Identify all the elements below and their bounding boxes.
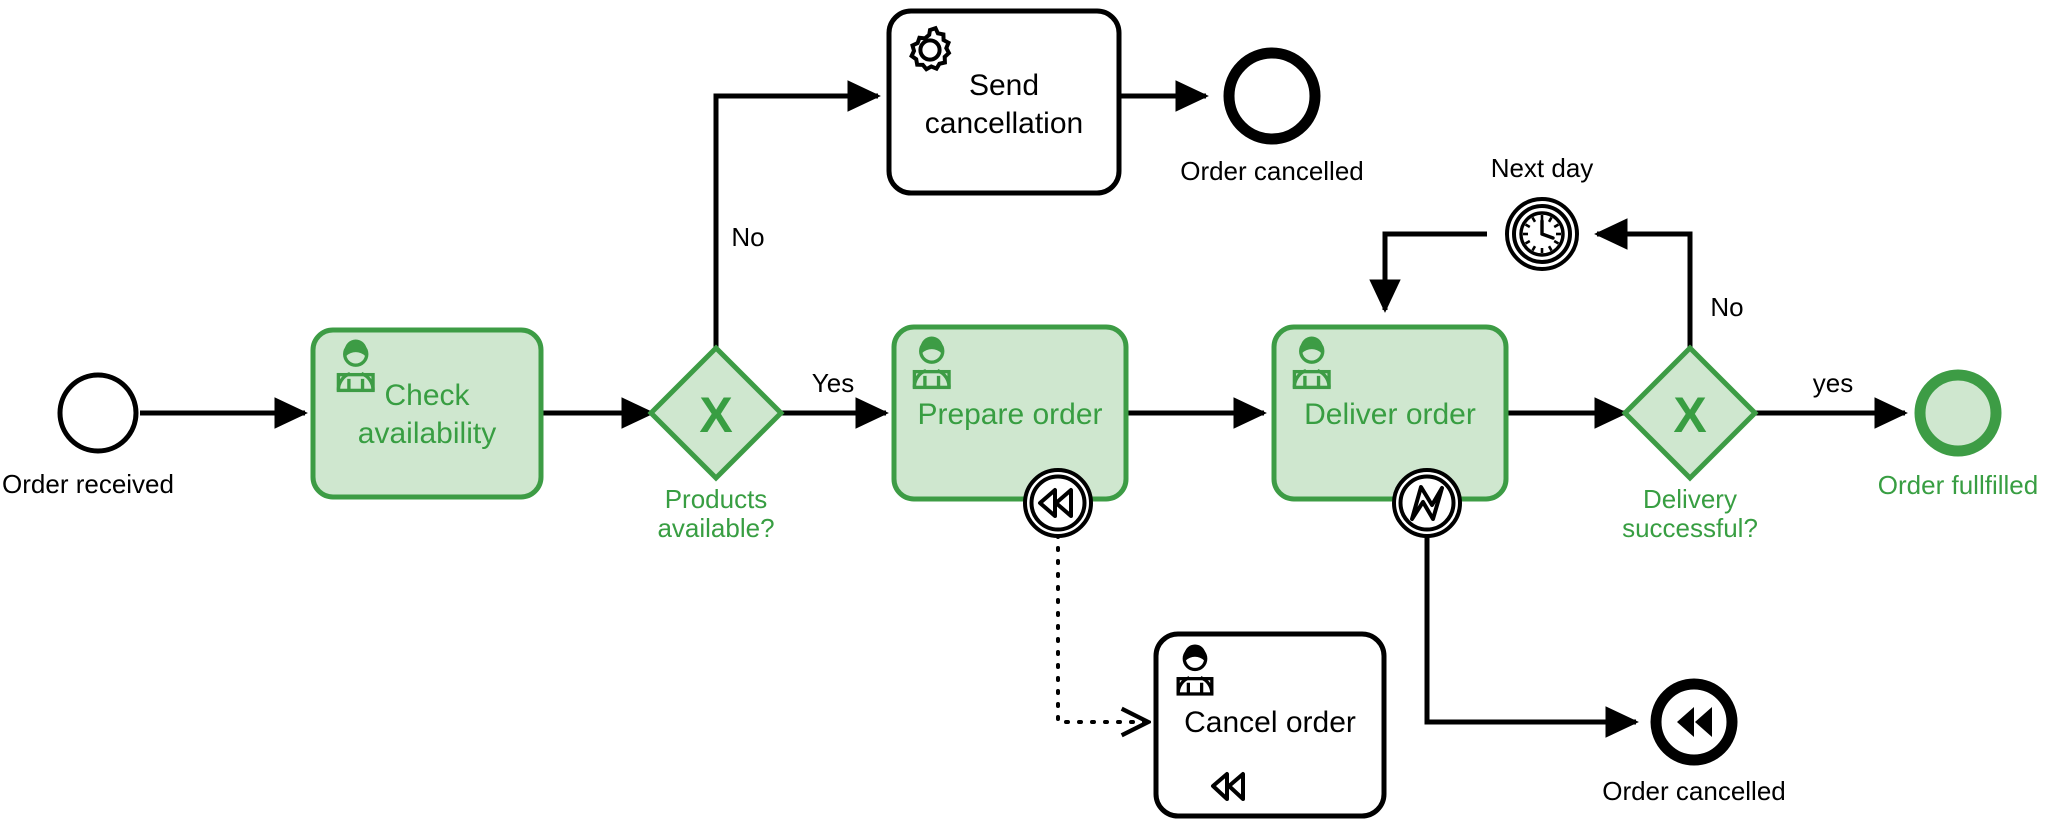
timer-intermediate-event[interactable] [1505, 197, 1579, 271]
gateway-delivery-successful-label-line2: successful? [1622, 513, 1758, 543]
end-event-order-cancelled-top[interactable] [1223, 47, 1321, 145]
end-event-order-fullfilled-label: Order fullfilled [1878, 470, 2038, 500]
task-prepare-order[interactable]: Prepare order [891, 324, 1129, 502]
task-send-cancellation-label-line1: Send [969, 69, 1039, 102]
task-cancel-order-label: Cancel order [1184, 706, 1356, 739]
error-boundary-event[interactable] [1392, 468, 1462, 538]
end-event-order-cancelled-top-label: Order cancelled [1180, 156, 1364, 186]
start-event-order-received[interactable] [57, 372, 139, 454]
end-event-order-cancelled-bottom[interactable] [1650, 678, 1738, 766]
task-check-availability[interactable]: Check availability [310, 327, 544, 500]
end-event-order-cancelled-bottom-label: Order cancelled [1602, 776, 1786, 806]
end-event-order-cancelled-top-circle [1223, 47, 1321, 145]
flow-timer-to-deliver-order [1369, 231, 1487, 313]
start-event-circle [57, 372, 139, 454]
exclusive-gateway-x-icon: X [699, 387, 732, 443]
start-event-label: Order received [2, 469, 174, 499]
flow-label-no-cancellation: No [731, 222, 764, 252]
end-event-order-fullfilled-circle [1914, 369, 2002, 457]
timer-event-label: Next day [1491, 153, 1594, 183]
task-deliver-order-label: Deliver order [1304, 398, 1476, 431]
end-event-order-fullfilled[interactable] [1914, 369, 2002, 457]
task-cancel-order[interactable]: Cancel order [1153, 631, 1387, 819]
bpmn-diagram-canvas: Order received Check availability Check … [0, 0, 2048, 826]
flow-gateway-no-to-timer [1594, 218, 1693, 350]
gateway-products-available-label-line1: Products [665, 484, 768, 514]
compensation-boundary-event[interactable] [1023, 468, 1093, 538]
flow-label-no-retry: No [1710, 292, 1743, 322]
task-send-cancellation-label-line2: cancellation [925, 107, 1083, 140]
task-deliver-order[interactable]: Deliver order [1271, 324, 1509, 502]
gateway-products-available-label-line2: available? [657, 513, 774, 543]
gateway-delivery-successful-label-line1: Delivery [1643, 484, 1737, 514]
task-prepare-order-label: Prepare order [917, 398, 1102, 431]
exclusive-gateway-x-icon: X [1673, 387, 1706, 443]
task-check-availability-label-line1: Check [384, 379, 470, 412]
task-send-cancellation[interactable]: Send cancellation [886, 8, 1122, 196]
flow-label-yes-prepare: Yes [812, 368, 854, 398]
clock-icon [1519, 211, 1565, 257]
gateway-delivery-successful[interactable]: X [1621, 344, 1759, 482]
bpmn-diagram-svg: Order received Check availability Check … [2, 8, 2038, 819]
flow-label-yes-fullfilled: yes [1813, 368, 1853, 398]
task-check-availability-label-line2: availability [358, 417, 496, 450]
gateway-products-available[interactable]: X [647, 344, 785, 482]
error-boundary-inner-circle [1398, 474, 1456, 532]
